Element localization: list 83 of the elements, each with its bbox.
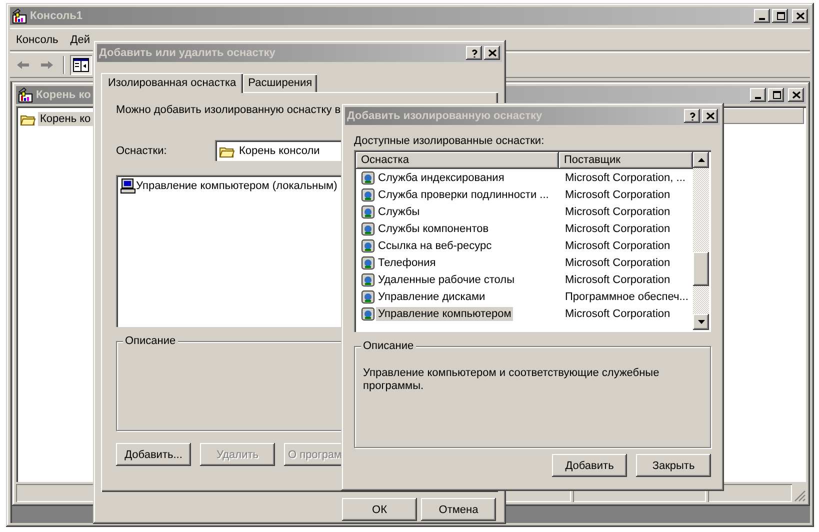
list-item[interactable]: Удаленные рабочие столы bbox=[376, 272, 517, 286]
menu-item[interactable]: Консоль bbox=[16, 34, 58, 46]
list-item[interactable]: Управление дисками bbox=[376, 290, 488, 304]
maximize-icon bbox=[776, 12, 784, 20]
intro-text: Можно добавить изолированную оснастку в bbox=[116, 104, 342, 116]
snapin-icon bbox=[360, 170, 376, 186]
maximize-button[interactable] bbox=[772, 9, 788, 23]
group-title: Описание bbox=[361, 340, 416, 352]
field-label: Оснастки: bbox=[116, 144, 168, 156]
minimize-button[interactable] bbox=[750, 88, 766, 102]
close-button[interactable] bbox=[792, 9, 808, 23]
dialog-button[interactable]: Отмена bbox=[421, 498, 496, 521]
window-title: Корень ко bbox=[36, 89, 91, 101]
resize-grip-icon bbox=[794, 490, 806, 502]
column-header[interactable]: Поставщик bbox=[559, 152, 693, 169]
table-cell-text: Microsoft Corporation bbox=[564, 222, 670, 234]
action-button[interactable]: Добавить... bbox=[116, 443, 191, 466]
list-item[interactable]: Управление компьютером (локальным) bbox=[136, 180, 338, 192]
panes-icon bbox=[73, 58, 89, 72]
table-cell-text: Microsoft Corporation bbox=[564, 256, 670, 268]
table-cell-text: Microsoft Corporation bbox=[564, 240, 670, 252]
table-cell-text: Microsoft Corporation bbox=[564, 308, 670, 320]
minimize-icon bbox=[755, 97, 761, 99]
table-cell-text: Microsoft Corporation bbox=[564, 188, 670, 200]
minimize-icon bbox=[759, 18, 765, 20]
list-item[interactable]: Ссылка на веб-ресурс bbox=[376, 238, 494, 252]
console-icon bbox=[12, 8, 28, 24]
table-cell-text: Microsoft Corporation bbox=[564, 274, 670, 286]
snapin-icon bbox=[360, 272, 376, 288]
dialog-button[interactable]: ОК bbox=[342, 498, 417, 521]
help-icon bbox=[688, 112, 696, 120]
snapin-icon bbox=[360, 254, 376, 270]
table-cell-text: Программное обеспеч... bbox=[564, 290, 688, 302]
list-item[interactable]: Служба проверки подлинности ... bbox=[376, 188, 551, 202]
tab[interactable]: Расширения bbox=[243, 74, 318, 92]
right-arrow-icon bbox=[40, 60, 54, 70]
window-title: Добавить изолированную оснастку bbox=[347, 110, 542, 122]
console-icon bbox=[18, 87, 34, 103]
scroll-down-button[interactable] bbox=[693, 314, 709, 330]
snapin-icon bbox=[360, 306, 376, 322]
column-header[interactable]: Оснастка bbox=[356, 152, 559, 169]
close-button[interactable] bbox=[788, 88, 804, 102]
tree-item[interactable]: Корень ко bbox=[38, 112, 93, 126]
down-arrow-icon bbox=[698, 320, 704, 324]
close-icon bbox=[488, 48, 496, 58]
window-title: Консоль1 bbox=[30, 10, 83, 22]
snapin-icon bbox=[360, 186, 376, 202]
list-item[interactable]: Службы bbox=[376, 204, 422, 218]
window-title: Добавить или удалить оснастку bbox=[99, 47, 276, 59]
up-arrow-icon bbox=[698, 158, 704, 162]
close-icon bbox=[706, 112, 714, 120]
table-cell-text: Microsoft Corporation, ... bbox=[564, 172, 686, 184]
description-text: Управление компьютером и соответствующие служебные программы. bbox=[363, 367, 660, 393]
help-button[interactable] bbox=[684, 109, 700, 123]
help-icon bbox=[470, 48, 478, 58]
menu-item[interactable]: Дей bbox=[70, 34, 90, 46]
snapin-icon bbox=[360, 204, 376, 220]
minimize-button[interactable] bbox=[754, 9, 770, 23]
help-button[interactable] bbox=[466, 46, 482, 60]
list-item[interactable]: Телефония bbox=[376, 256, 438, 270]
dialog-button[interactable]: Закрыть bbox=[636, 454, 711, 477]
maximize-button[interactable] bbox=[768, 88, 784, 102]
snapin-icon bbox=[360, 220, 376, 236]
dialog-button[interactable]: Добавить bbox=[552, 454, 627, 477]
list-item[interactable]: Службы компонентов bbox=[376, 222, 491, 236]
group-title: Описание bbox=[123, 335, 178, 347]
scroll-up-button[interactable] bbox=[693, 152, 709, 168]
close-icon bbox=[792, 90, 800, 100]
close-button[interactable] bbox=[484, 46, 500, 60]
table-cell-text: Microsoft Corporation bbox=[564, 206, 670, 218]
scroll-thumb[interactable] bbox=[693, 252, 709, 286]
left-arrow-icon bbox=[16, 60, 30, 70]
snapin-icon bbox=[360, 238, 376, 254]
tab[interactable]: Изолированная оснастка bbox=[101, 73, 244, 93]
list-item[interactable]: Управление компьютером bbox=[376, 306, 514, 320]
tree-toggle-button[interactable] bbox=[70, 55, 92, 75]
close-button[interactable] bbox=[702, 109, 718, 123]
maximize-icon bbox=[772, 90, 780, 100]
list-item[interactable]: Служба индексирования bbox=[376, 170, 506, 184]
computer-icon bbox=[120, 178, 136, 194]
scrollbar[interactable] bbox=[693, 152, 709, 330]
close-icon bbox=[796, 12, 804, 20]
snapin-icon bbox=[360, 288, 376, 304]
